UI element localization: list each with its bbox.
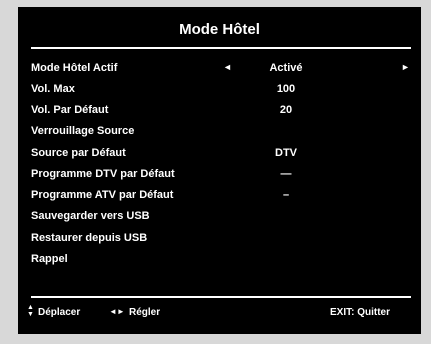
exit-hint-label: EXIT: Quitter xyxy=(329,307,390,318)
menu-item-source-lock[interactable]: Verrouillage Source xyxy=(18,121,421,142)
menu-item-vol-max[interactable]: Vol. Max 100 xyxy=(18,79,421,100)
up-down-arrows-icon: ▲ ▼ xyxy=(27,304,34,318)
help-footer: ▲ ▼ Déplacer ◄► Régler EXIT: Quitter xyxy=(18,304,421,322)
menu-item-label: Vol. Max xyxy=(31,83,75,95)
menu-item-label: Restaurer depuis USB xyxy=(31,232,148,244)
menu-item-value: – xyxy=(282,189,290,201)
arrow-right-icon[interactable]: ► xyxy=(401,62,410,72)
menu-item-value: — xyxy=(280,168,292,180)
menu-item-value: DTV xyxy=(275,147,297,159)
menu-item-label: Vol. Par Défaut xyxy=(31,104,109,116)
menu-item-value: 20 xyxy=(279,104,293,116)
title-divider xyxy=(31,47,411,49)
adjust-hint-label: Régler xyxy=(129,307,161,318)
menu-item-value: 100 xyxy=(276,83,296,95)
hotel-mode-menu: Mode Hôtel Mode Hôtel Actif ◄ Activé ► V… xyxy=(18,7,421,334)
menu-item-recall[interactable]: Rappel xyxy=(18,249,421,270)
menu-item-label: Mode Hôtel Actif xyxy=(31,62,118,74)
menu-item-label: Source par Défaut xyxy=(31,147,126,159)
menu-item-default-source[interactable]: Source par Défaut DTV xyxy=(18,143,421,164)
menu-title: Mode Hôtel xyxy=(179,21,260,38)
menu-item-hotel-mode-active[interactable]: Mode Hôtel Actif ◄ Activé ► xyxy=(18,58,421,79)
arrow-left-icon[interactable]: ◄ xyxy=(223,62,232,72)
menu-item-vol-default[interactable]: Vol. Par Défaut 20 xyxy=(18,100,421,121)
menu-item-label: Verrouillage Source xyxy=(31,125,135,137)
menu-item-label: Sauvegarder vers USB xyxy=(31,210,150,222)
left-right-arrows-icon: ◄► xyxy=(109,307,125,316)
menu-item-value: Activé xyxy=(269,62,303,74)
menu-item-default-atv-program[interactable]: Programme ATV par Défaut – xyxy=(18,185,421,206)
move-hint-label: Déplacer xyxy=(38,307,81,318)
footer-divider xyxy=(31,296,411,298)
menu-item-default-dtv-program[interactable]: Programme DTV par Défaut — xyxy=(18,164,421,185)
menu-item-label: Programme ATV par Défaut xyxy=(31,189,174,201)
menu-item-label: Rappel xyxy=(31,253,68,265)
menu-item-label: Programme DTV par Défaut xyxy=(31,168,175,180)
menu-item-restore-from-usb[interactable]: Restaurer depuis USB xyxy=(18,228,421,249)
menu-item-save-to-usb[interactable]: Sauvegarder vers USB xyxy=(18,206,421,227)
